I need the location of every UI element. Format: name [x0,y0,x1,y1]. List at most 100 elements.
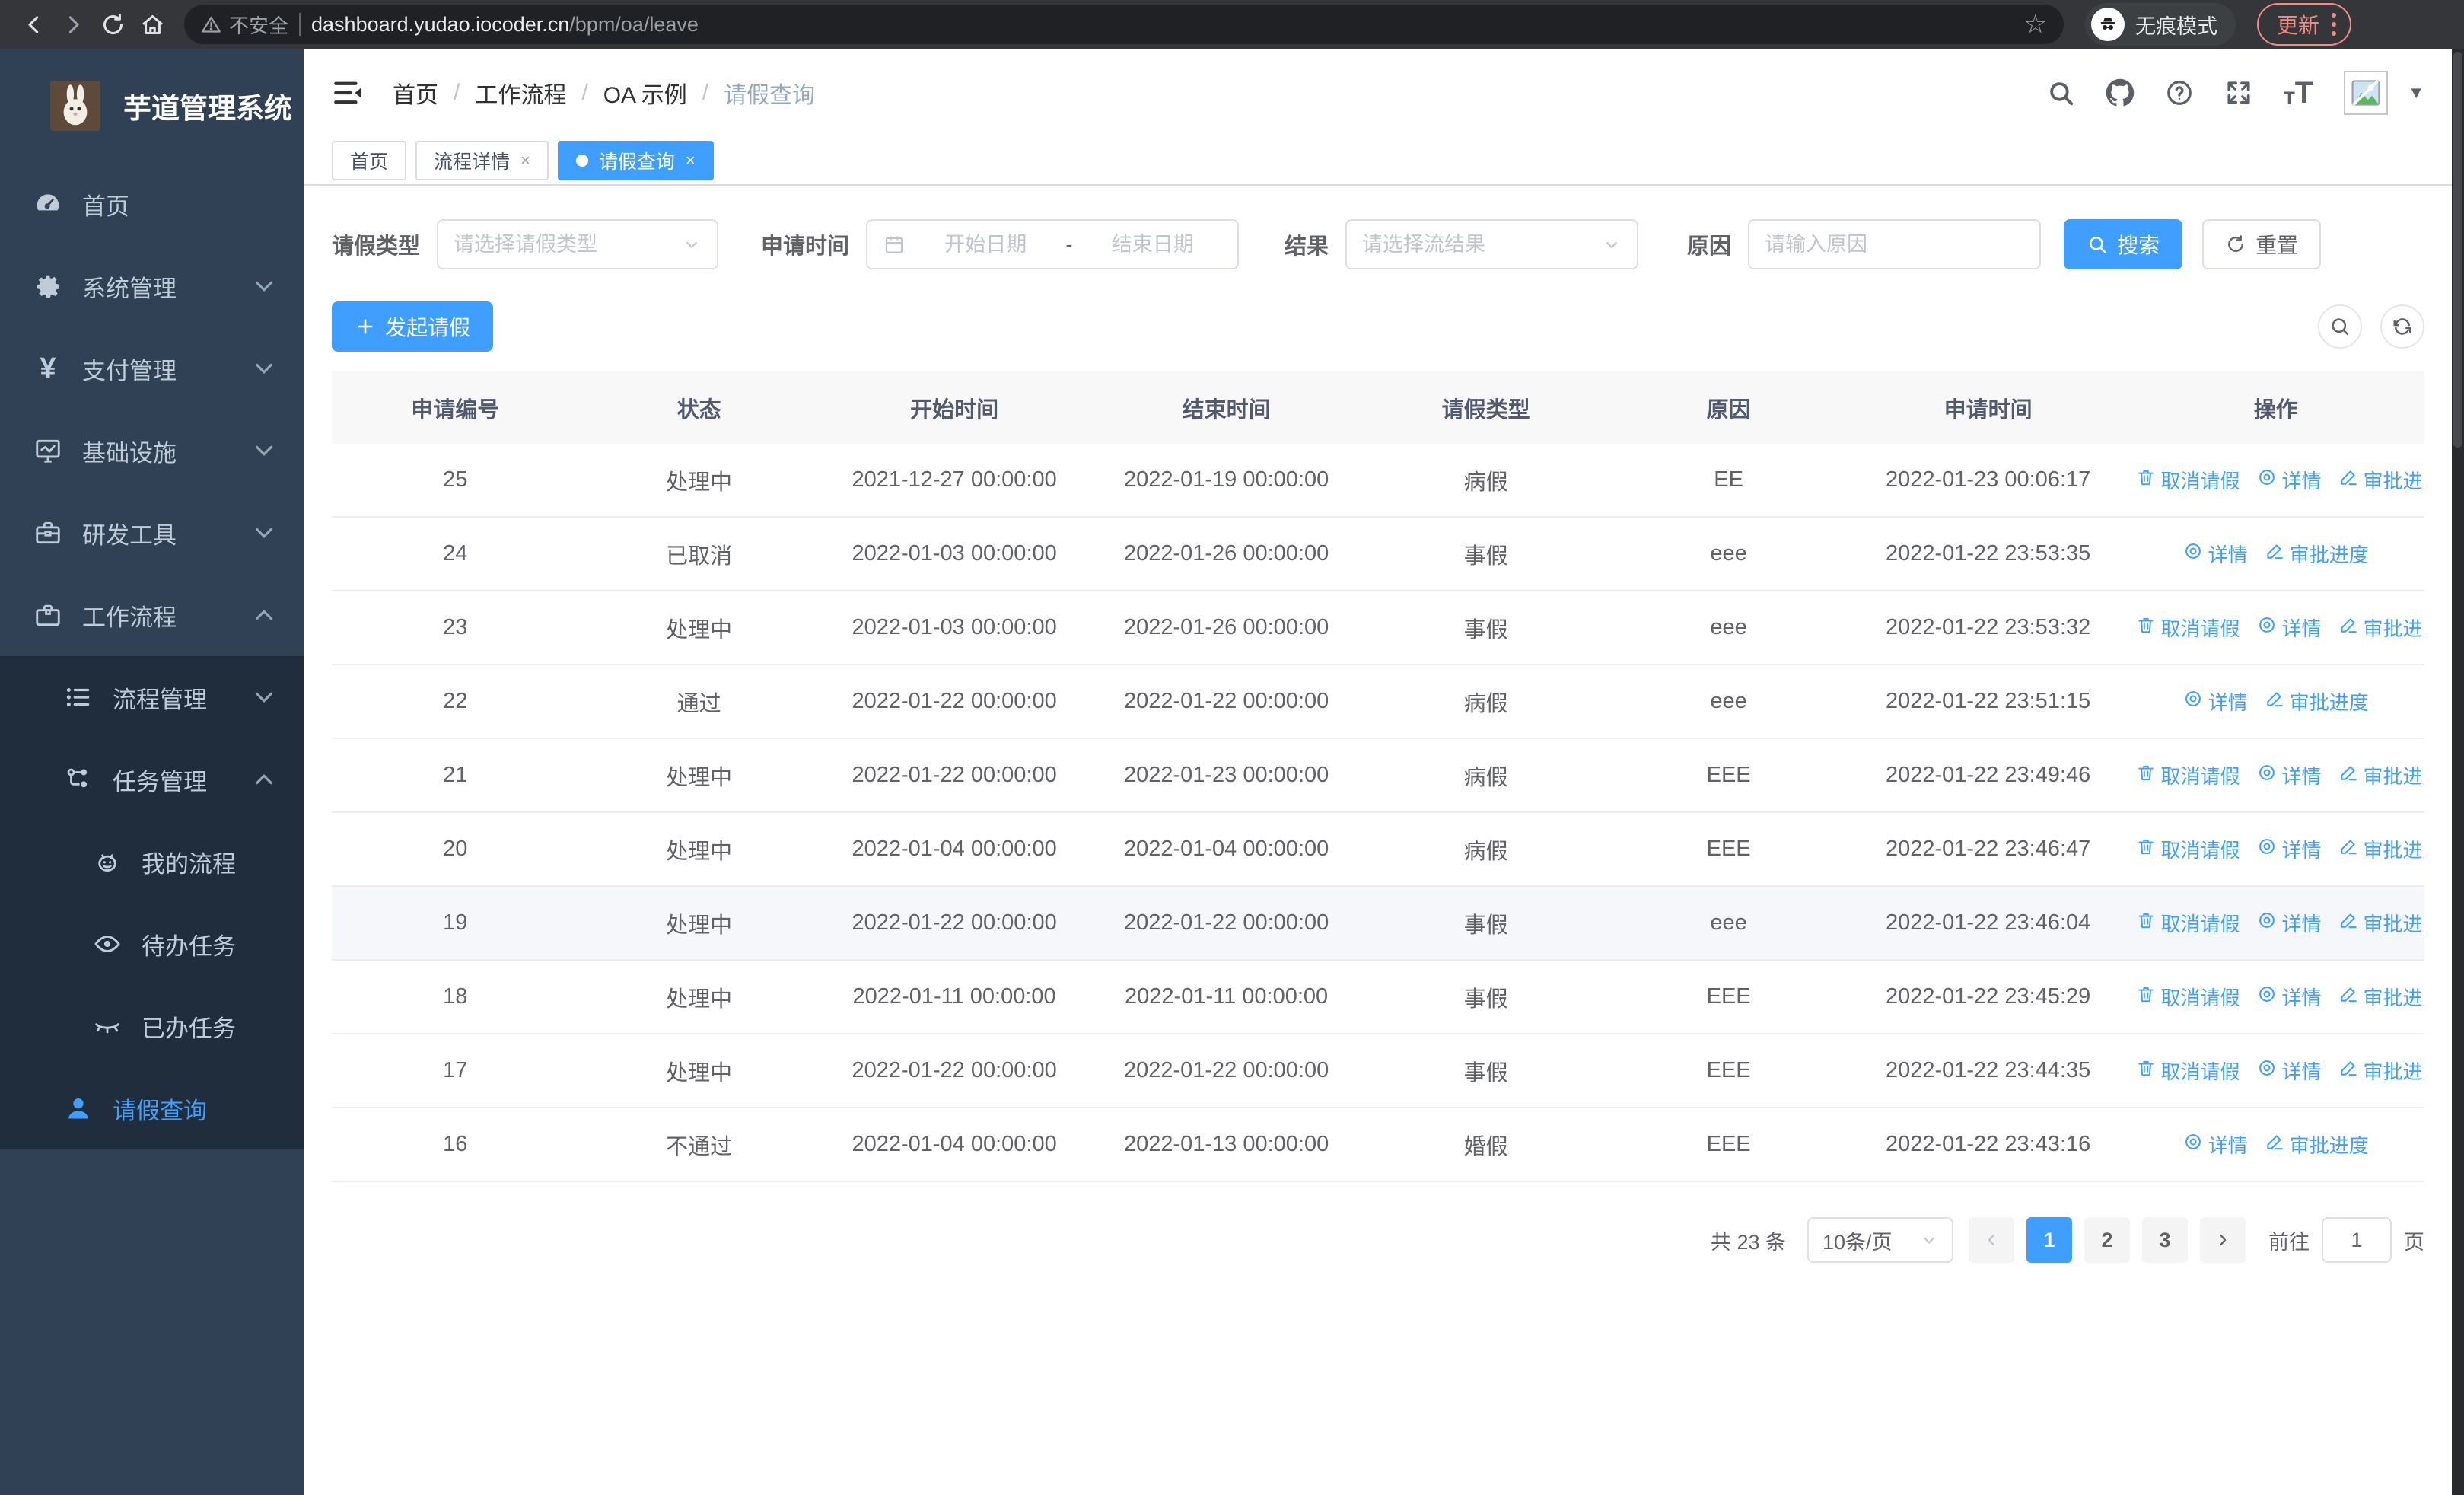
sidebar-item[interactable]: 任务管理 [0,738,304,821]
progress-action-link[interactable]: 审批进度 [2338,466,2424,494]
cancel-action-link[interactable]: 取消请假 [2136,983,2240,1011]
sidebar-item[interactable]: 请假查询 [0,1067,304,1149]
table-cell: 2022-01-04 00:00:00 [852,837,1057,861]
detail-action-link[interactable]: 详情 [2257,761,2322,789]
detail-action-link[interactable]: 详情 [2257,909,2322,937]
github-icon[interactable] [2106,78,2135,107]
sidebar-collapse-icon[interactable] [332,77,364,109]
start-date-input[interactable] [916,232,1055,257]
page-button[interactable]: 3 [2142,1217,2188,1263]
sidebar-item[interactable]: 流程管理 [0,656,304,738]
menu-dots-icon[interactable] [2332,13,2337,36]
progress-action-link[interactable]: 审批进度 [2338,1057,2424,1085]
font-size-icon[interactable]: TT [2284,78,2313,108]
home-icon[interactable] [132,5,172,44]
progress-action-link[interactable]: 审批进度 [2338,614,2424,642]
breadcrumb-item[interactable]: OA 示例 [603,76,687,110]
monitor-icon [33,436,62,465]
table-cell: 2022-01-22 23:44:35 [1885,1058,2091,1082]
detail-action-link[interactable]: 详情 [2183,687,2248,716]
browser-update-button[interactable]: 更新 [2257,3,2352,46]
cancel-action-link[interactable]: 取消请假 [2136,466,2240,494]
main-area: 首页 / 工作流程 / OA 示例 / 请假查询 TT ▼ 首页 流程详情 × … [304,49,2464,1495]
result-select[interactable] [1345,219,1639,269]
end-date-input[interactable] [1083,232,1223,257]
fullscreen-icon[interactable] [2224,78,2253,107]
view-tab[interactable]: 流程详情 × [415,141,549,180]
progress-action-link[interactable]: 审批进度 [2338,835,2424,863]
reason-input[interactable] [1765,232,2025,257]
sidebar-item[interactable]: 待办任务 [0,903,304,985]
bookmark-star-icon[interactable]: ☆ [2024,11,2047,37]
goto-page-input[interactable] [2322,1217,2392,1263]
leave-type-input[interactable] [454,232,683,257]
cancel-action-link[interactable]: 取消请假 [2136,909,2240,937]
reload-icon[interactable] [93,5,132,44]
view-tab[interactable]: 首页 [332,141,407,180]
refresh-table-button[interactable] [2380,304,2424,349]
breadcrumb-item[interactable]: 首页 [393,76,438,110]
forward-icon[interactable] [53,5,93,44]
sidebar-item[interactable]: 首页 [0,163,304,245]
address-bar[interactable]: 不安全 dashboard.yudao.iocoder.cn/bpm/oa/le… [184,5,2064,44]
row-actions: 详情 审批进度 [2128,687,2425,716]
scrollbar-thumb[interactable] [2453,52,2462,448]
detail-action-link[interactable]: 详情 [2257,1057,2322,1085]
next-page-button[interactable] [2200,1217,2246,1263]
table-cell: 22 [443,689,468,713]
detail-action-link[interactable]: 详情 [2257,983,2322,1011]
view-tab[interactable]: 请假查询 × [557,141,714,180]
detail-action-link[interactable]: 详情 [2183,540,2248,568]
progress-action-link[interactable]: 审批进度 [2265,1130,2369,1159]
result-input[interactable] [1362,232,1603,257]
page-button[interactable]: 1 [2026,1217,2072,1263]
detail-action-link[interactable]: 详情 [2257,835,2322,863]
cancel-action-link[interactable]: 取消请假 [2136,614,2240,642]
create-leave-button[interactable]: 发起请假 [332,301,494,352]
progress-action-link[interactable]: 审批进度 [2338,983,2424,1011]
detail-action-link[interactable]: 详情 [2183,1130,2248,1159]
sidebar-item[interactable]: 已办任务 [0,985,304,1067]
reset-button[interactable]: 重置 [2202,219,2322,269]
sidebar-item[interactable]: 系统管理 [0,245,304,327]
cancel-action-link[interactable]: 取消请假 [2136,761,2240,789]
close-tab-icon[interactable]: × [520,151,530,171]
sidebar-item[interactable]: 工作流程 [0,574,304,656]
page-button[interactable]: 2 [2084,1217,2130,1263]
browser-scrollbar[interactable] [2452,49,2464,1495]
search-icon[interactable] [2046,78,2075,107]
column-header: 申请时间 [1944,397,2033,422]
close-tab-icon[interactable]: × [686,151,696,171]
help-icon[interactable] [2165,78,2194,107]
date-separator: - [1065,232,1073,256]
eye-icon [93,929,122,958]
toggle-search-button[interactable] [2318,304,2362,349]
progress-action-link[interactable]: 审批进度 [2265,687,2369,716]
avatar-caret-icon[interactable]: ▼ [2408,83,2424,103]
apply-time-range-picker[interactable]: - [866,219,1240,269]
leave-type-select[interactable] [437,219,719,269]
user-avatar[interactable] [2344,71,2389,115]
progress-action-link[interactable]: 审批进度 [2265,540,2369,568]
not-secure-warning[interactable]: 不安全 [201,11,288,39]
detail-action-link[interactable]: 详情 [2257,614,2322,642]
progress-action-link[interactable]: 审批进度 [2338,761,2424,789]
back-icon[interactable] [14,5,53,44]
table-cell: 2022-01-22 00:00:00 [852,689,1057,713]
sidebar-item[interactable]: 基础设施 [0,410,304,492]
breadcrumb-item[interactable]: 工作流程 [475,76,566,110]
page-size-select[interactable]: 10条/页 [1807,1217,1953,1263]
sidebar-item[interactable]: ¥ 支付管理 [0,327,304,410]
view-icon [2257,467,2277,492]
sidebar-item[interactable]: 研发工具 [0,492,304,574]
prev-page-button[interactable] [1969,1217,2014,1263]
detail-action-link[interactable]: 详情 [2257,466,2322,494]
cancel-action-link[interactable]: 取消请假 [2136,1057,2240,1085]
sidebar-item[interactable]: 我的流程 [0,821,304,903]
search-button[interactable]: 搜索 [2064,219,2183,269]
progress-action-link[interactable]: 审批进度 [2338,909,2424,937]
cancel-action-link[interactable]: 取消请假 [2136,835,2240,863]
chevron-down-icon [250,272,279,301]
sidebar-item-label: 任务管理 [113,768,207,795]
reason-field[interactable] [1748,219,2042,269]
